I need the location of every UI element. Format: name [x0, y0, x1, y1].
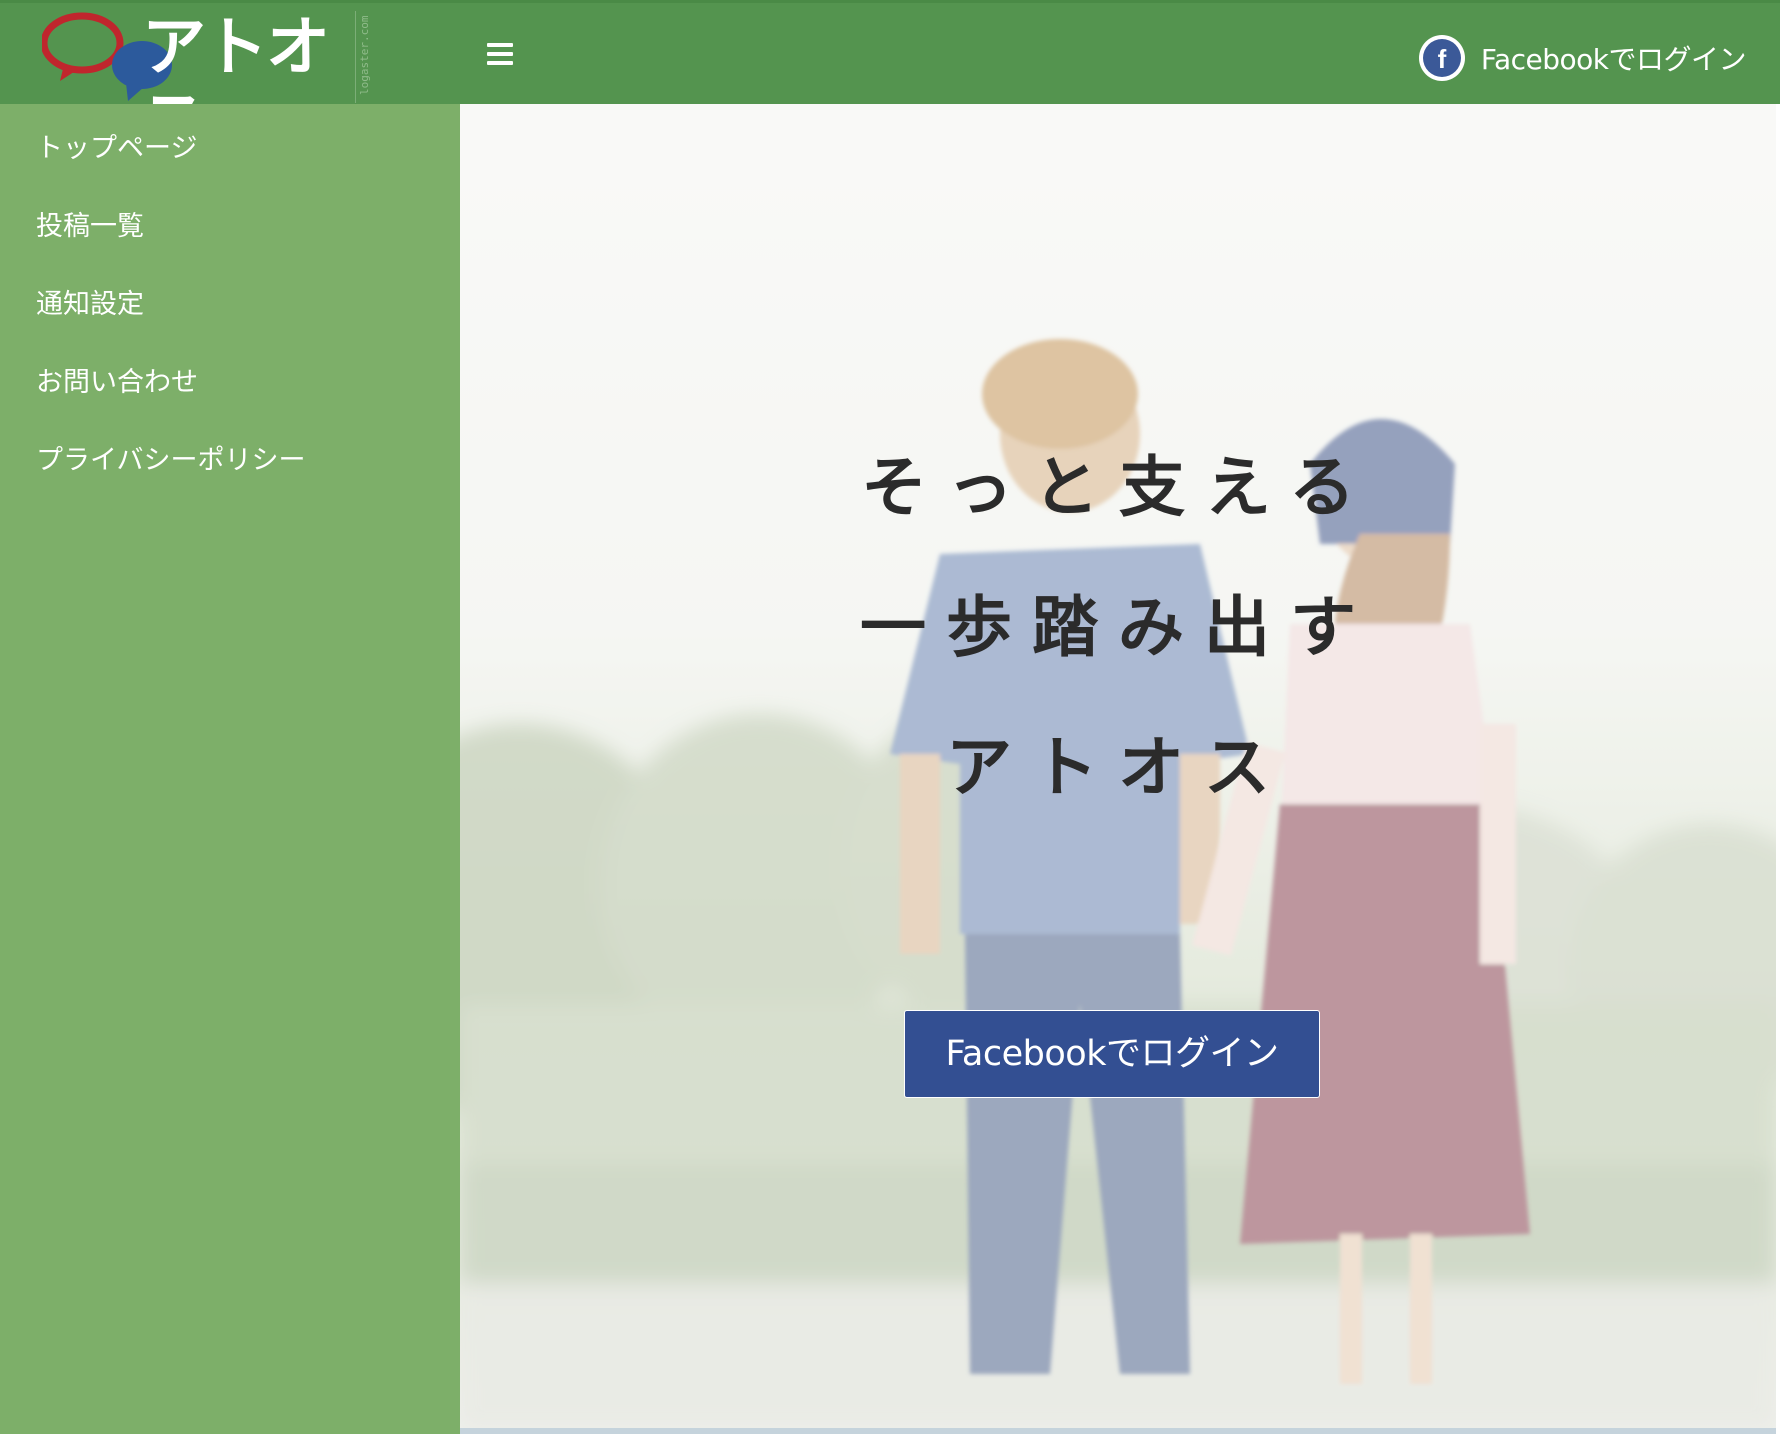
hamburger-menu-icon[interactable] — [487, 43, 517, 71]
site-logo[interactable]: アトオス — [40, 9, 387, 159]
facebook-icon: f — [1418, 35, 1465, 81]
facebook-login-button[interactable]: Facebookでログイン — [904, 1010, 1320, 1098]
logo-watermark: logaster.com — [355, 11, 416, 103]
header-bar: アトオス logaster.com f Facebookでログイン — [0, 0, 1780, 159]
sidebar-item-contact[interactable]: お問い合わせ — [36, 360, 198, 399]
hero-tagline-line-3: アトオス — [946, 729, 1290, 806]
hero-bottom-border — [460, 1428, 1776, 1434]
hero-tagline-line-1: そっと支える — [860, 449, 1376, 526]
page-right-edge — [1776, 104, 1780, 1434]
hero-tagline-line-2: 一歩踏み出す — [860, 589, 1376, 666]
header-login-label: Facebookでログイン — [1480, 43, 1747, 76]
sidebar-item-top[interactable]: トップページ — [36, 126, 197, 165]
sidebar: トップページ 投稿一覧 通知設定 お問い合わせ プライバシーポリシー — [0, 104, 460, 1434]
sidebar-item-notifications[interactable]: 通知設定 — [36, 282, 144, 321]
sidebar-item-posts[interactable]: 投稿一覧 — [36, 204, 144, 243]
app-page: アトオス logaster.com f Facebookでログイン トップページ… — [0, 0, 1780, 1434]
hero-section: そっと支える 一歩踏み出す アトオス Facebookでログイン — [460, 104, 1776, 1430]
header-facebook-login-button[interactable]: f Facebookでログイン — [1418, 33, 1747, 83]
logo-watermark-text: logaster.com — [358, 15, 371, 95]
sidebar-item-privacy[interactable]: プライバシーポリシー — [36, 438, 305, 477]
